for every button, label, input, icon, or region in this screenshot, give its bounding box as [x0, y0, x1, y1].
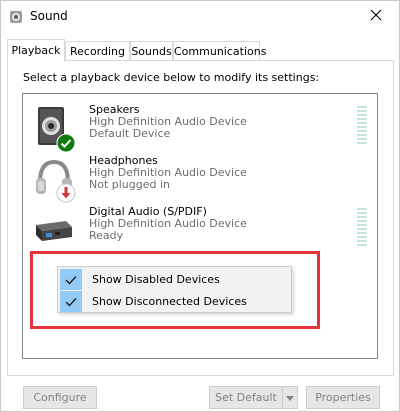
- volume-meter: [357, 208, 367, 248]
- checkmark-icon: [60, 291, 82, 312]
- menu-item-show-disabled-devices[interactable]: Show Disabled Devices: [60, 269, 289, 290]
- checkmark-icon: [60, 269, 82, 290]
- red-down-arrow-icon: [56, 183, 76, 206]
- device-status: Not plugged in: [89, 178, 171, 191]
- digital-audio-icon: [32, 207, 76, 251]
- instruction-text: Select a playback device below to modify…: [23, 71, 320, 84]
- device-status: Ready: [89, 229, 124, 242]
- device-list[interactable]: Speakers High Definition Audio Device De…: [22, 93, 378, 359]
- tab-playback[interactable]: Playback: [7, 39, 65, 62]
- chevron-down-icon: [286, 391, 294, 404]
- speaker-icon: [9, 10, 23, 24]
- volume-meter: [357, 106, 367, 146]
- close-button[interactable]: [353, 1, 399, 31]
- set-default-dropdown-button[interactable]: [282, 386, 298, 409]
- close-icon: [370, 9, 382, 24]
- properties-button[interactable]: Properties: [306, 386, 380, 409]
- context-menu: Show Disabled Devices Show Disconnected …: [57, 266, 292, 313]
- device-status: Default Device: [89, 127, 171, 140]
- window-title: Sound: [30, 9, 68, 23]
- menu-item-show-disconnected-devices[interactable]: Show Disconnected Devices: [60, 291, 289, 312]
- sound-dialog: Sound Playback Recording Sounds Communic…: [0, 0, 400, 412]
- device-digital-audio[interactable]: Digital Audio (S/PDIF) High Definition A…: [23, 204, 377, 254]
- title-bar[interactable]: Sound: [1, 1, 399, 33]
- device-headphones[interactable]: Headphones High Definition Audio Device …: [23, 153, 377, 203]
- menu-item-label: Show Disconnected Devices: [92, 295, 247, 308]
- set-default-button[interactable]: Set Default: [209, 386, 283, 409]
- tab-communications[interactable]: Communications: [173, 41, 266, 61]
- menu-item-label: Show Disabled Devices: [92, 273, 220, 286]
- tab-recording[interactable]: Recording: [65, 41, 130, 61]
- device-speakers[interactable]: Speakers High Definition Audio Device De…: [23, 102, 377, 153]
- tab-sounds[interactable]: Sounds: [130, 41, 173, 61]
- configure-button[interactable]: Configure: [23, 386, 97, 409]
